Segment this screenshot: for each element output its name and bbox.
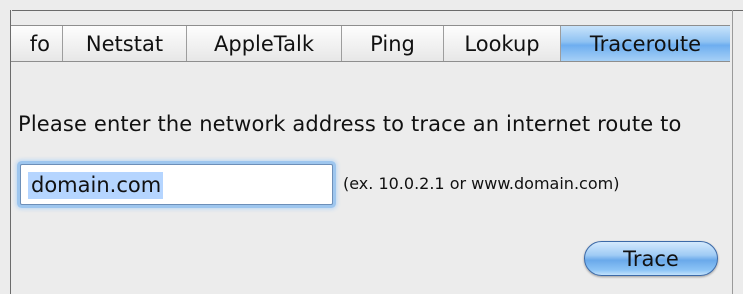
tab-ping[interactable]: Ping [342, 26, 444, 61]
tab-appletalk[interactable]: AppleTalk [187, 26, 342, 61]
address-example-hint: (ex. 10.0.2.1 or www.domain.com) [343, 174, 620, 193]
tab-info[interactable]: fo [11, 26, 63, 61]
trace-button[interactable]: Trace [584, 241, 718, 276]
tab-netstat[interactable]: Netstat [63, 26, 187, 61]
window-frame-top [12, 10, 743, 11]
tab-traceroute[interactable]: Traceroute [561, 26, 730, 61]
address-field-focus-ring: domain.com [20, 164, 333, 205]
tab-lookup[interactable]: Lookup [444, 26, 561, 61]
window-frame-right [732, 10, 733, 294]
network-address-input[interactable] [21, 165, 332, 204]
network-utility-window: fo Netstat AppleTalk Ping Lookup Tracero… [0, 0, 743, 294]
traceroute-instructions: Please enter the network address to trac… [18, 112, 682, 136]
tab-bar: fo Netstat AppleTalk Ping Lookup Tracero… [11, 25, 730, 62]
